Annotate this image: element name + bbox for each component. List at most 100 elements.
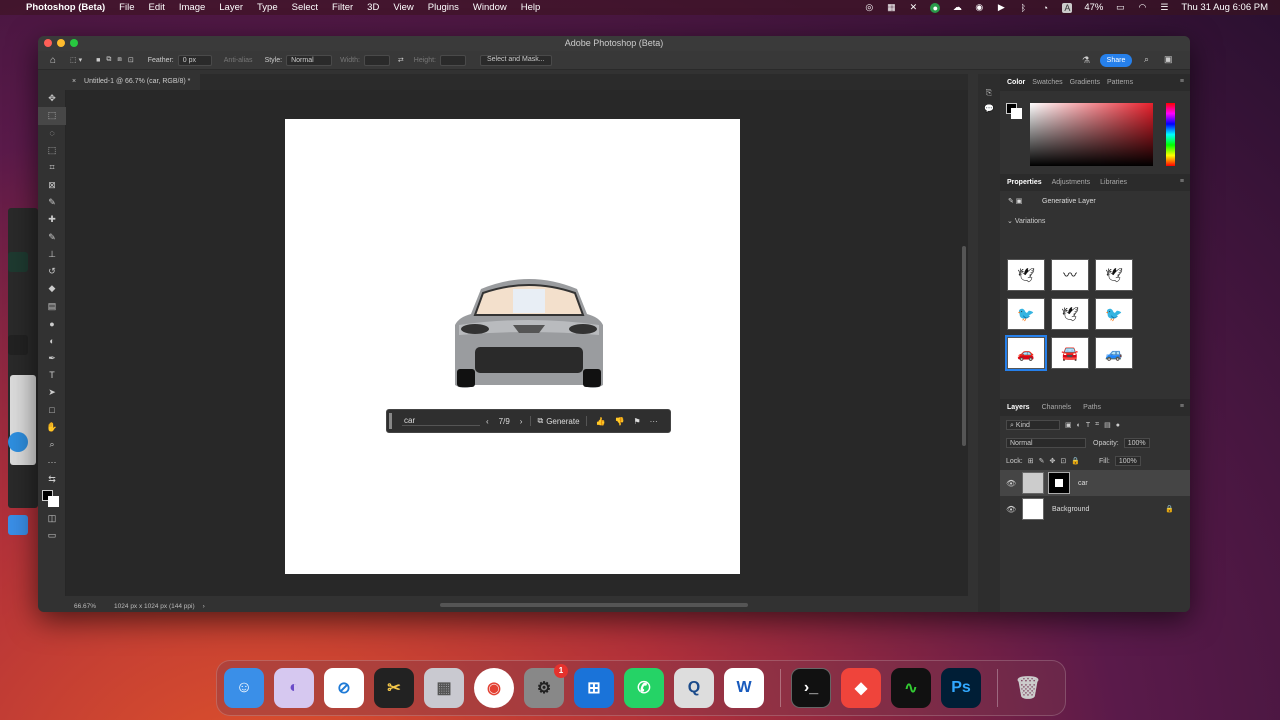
path-select-tool-icon[interactable]: ➤ (38, 384, 66, 401)
marquee-preset-icon[interactable]: ⬚ ▾ (70, 56, 82, 64)
close-tab-icon[interactable]: × (72, 78, 76, 85)
user-icon[interactable]: ◔ (1040, 3, 1050, 13)
home-icon[interactable]: ⌂ (50, 55, 56, 66)
gradient-tool-icon[interactable]: ▤ (38, 298, 66, 315)
variation-thumbnail-car[interactable]: 🚙 (1095, 337, 1133, 369)
more-options-icon[interactable]: ··· (650, 417, 658, 426)
tab-gradients[interactable]: Gradients (1070, 79, 1100, 86)
canvas-area[interactable]: car ‹ 7/9 › ⧉ Generate 👍 👎 ⚑ ··· (66, 90, 968, 596)
generate-button[interactable]: ⧉ Generate (530, 416, 587, 426)
anydesk-icon[interactable]: ◆ (841, 668, 881, 708)
tab-paths[interactable]: Paths (1083, 404, 1101, 411)
variation-thumbnail-bird[interactable]: 🐦 (1007, 298, 1045, 330)
document-info[interactable]: 1024 px x 1024 px (144 ppi) (114, 603, 195, 610)
comments-panel-icon[interactable]: 💬 (978, 104, 1000, 113)
cloud-icon[interactable]: ☁ (952, 2, 962, 13)
variation-thumbnail-bird[interactable]: 🐦 (1095, 298, 1133, 330)
green-app-icon[interactable]: ● (930, 2, 941, 13)
menu-file[interactable]: File (119, 2, 134, 13)
add-selection-icon[interactable]: ⧉ (106, 56, 111, 64)
tab-color[interactable]: Color (1007, 79, 1025, 86)
chrome-icon[interactable]: ◉ (474, 668, 514, 708)
filter-smart-icon[interactable]: ▤ (1104, 421, 1111, 429)
history-brush-icon[interactable]: ↺ (38, 263, 66, 280)
lock-pixels-icon[interactable]: ⊞ (1028, 457, 1034, 465)
word-icon[interactable]: W (724, 668, 764, 708)
swap-colors-icon[interactable]: ⇆ (38, 471, 66, 488)
panel-menu-icon[interactable]: ≡ (1180, 178, 1184, 185)
frame-tool-icon[interactable]: ⊠ (38, 176, 66, 193)
color-field[interactable] (1030, 103, 1153, 166)
stamp-tool-icon[interactable]: ⊥ (38, 246, 66, 263)
input-source-icon[interactable]: A (1062, 2, 1073, 13)
status-arrow-icon[interactable]: › (203, 603, 205, 610)
document-tab[interactable]: × Untitled-1 @ 66.7% (car, RGB/8) * (66, 74, 201, 90)
layer-name[interactable]: Background (1052, 506, 1089, 513)
screen-mode-icon[interactable]: ▭ (38, 527, 66, 544)
windows-app-icon[interactable]: ⊞ (574, 668, 614, 708)
clock[interactable]: Thu 31 Aug 6:06 PM (1181, 2, 1268, 13)
filter-pixel-icon[interactable]: ▣ (1065, 421, 1072, 429)
intersect-selection-icon[interactable]: ⊡ (128, 56, 134, 64)
swap-icon[interactable]: ⇄ (398, 56, 404, 64)
launchpad-icon[interactable]: ▦ (424, 668, 464, 708)
marquee-tool-icon[interactable]: ⬚ (38, 107, 66, 125)
width-input[interactable] (363, 54, 390, 66)
rectangle-tool-icon[interactable]: □ (38, 401, 66, 418)
menu-type[interactable]: Type (257, 2, 278, 13)
layer-row[interactable]: 👁 Background 🔒 (1000, 496, 1190, 522)
tab-libraries[interactable]: Libraries (1100, 179, 1127, 186)
variation-thumbnail-car[interactable]: 🚗 (1005, 335, 1047, 371)
object-select-tool-icon[interactable]: ⬚ (38, 142, 66, 159)
flag-icon[interactable]: ⚑ (633, 417, 640, 426)
panel-menu-icon[interactable]: ≡ (1180, 403, 1184, 410)
vertical-scrollbar[interactable] (962, 246, 966, 446)
close-status-icon[interactable]: ✕ (908, 2, 918, 13)
style-select[interactable]: Normal (286, 54, 333, 66)
workspace-icon[interactable]: ▣ (1164, 54, 1173, 65)
anti-alias-checkbox[interactable]: Anti-alias (224, 57, 253, 64)
previous-variation-icon[interactable]: ‹ (486, 417, 489, 426)
minimize-window-button[interactable] (57, 39, 65, 47)
menu-edit[interactable]: Edit (148, 2, 164, 13)
finder-icon[interactable]: ☺ (224, 668, 264, 708)
lasso-tool-icon[interactable]: ◌ (38, 125, 66, 142)
quicktime-icon[interactable]: Q (674, 668, 714, 708)
visibility-eye-icon[interactable]: 👁 (1006, 479, 1016, 488)
panel-menu-icon[interactable]: ≡ (1180, 78, 1184, 85)
variations-section[interactable]: ⌄ Variations (1007, 217, 1190, 225)
zoom-window-button[interactable] (70, 39, 78, 47)
lock-position-icon[interactable]: ✥ (1049, 457, 1055, 465)
tab-properties[interactable]: Properties (1007, 179, 1042, 186)
bluetooth-icon[interactable]: ᛒ (1018, 3, 1028, 13)
close-window-button[interactable] (44, 39, 52, 47)
brush-tool-icon[interactable]: ✎ (38, 228, 66, 245)
photoshop-icon[interactable]: Ps (941, 668, 981, 708)
feather-input[interactable]: 0 px (177, 54, 212, 66)
eyedropper-tool-icon[interactable]: ✎ (38, 194, 66, 211)
quick-mask-icon[interactable]: ◫ (38, 510, 66, 527)
variation-thumbnail-bird[interactable]: 〰 (1051, 259, 1089, 291)
activity-monitor-icon[interactable]: ∿ (891, 668, 931, 708)
crop-tool-icon[interactable]: ⌗ (38, 159, 66, 176)
menu-3d[interactable]: 3D (367, 2, 379, 13)
more-tools-icon[interactable]: ··· (38, 453, 66, 470)
tab-patterns[interactable]: Patterns (1107, 79, 1133, 86)
menu-plugins[interactable]: Plugins (428, 2, 459, 13)
variation-thumbnail-bird[interactable]: 🕊 (1051, 298, 1089, 330)
zoom-level[interactable]: 66.67% (74, 603, 96, 610)
lock-artboard-icon[interactable]: ⊡ (1060, 457, 1066, 465)
wifi-icon[interactable]: ◠ (1137, 2, 1147, 13)
variation-thumbnail-bird[interactable]: 🕊 (1095, 259, 1133, 291)
fill-input[interactable]: 100% (1114, 456, 1141, 466)
menu-view[interactable]: View (393, 2, 413, 13)
thumbs-down-icon[interactable]: 👎 (615, 417, 625, 426)
system-settings-icon[interactable]: ⚙ 1 (524, 664, 568, 708)
arc-icon[interactable]: ◐ (274, 668, 314, 708)
lock-image-icon[interactable]: ✎ (1039, 457, 1045, 465)
variation-thumbnail-car[interactable]: 🚘 (1051, 337, 1089, 369)
foreground-background-swatch[interactable] (38, 488, 66, 510)
opacity-input[interactable]: 100% (1123, 438, 1150, 448)
filter-toggle-icon[interactable]: ● (1116, 422, 1120, 429)
control-center-icon[interactable]: ☰ (1159, 2, 1169, 13)
